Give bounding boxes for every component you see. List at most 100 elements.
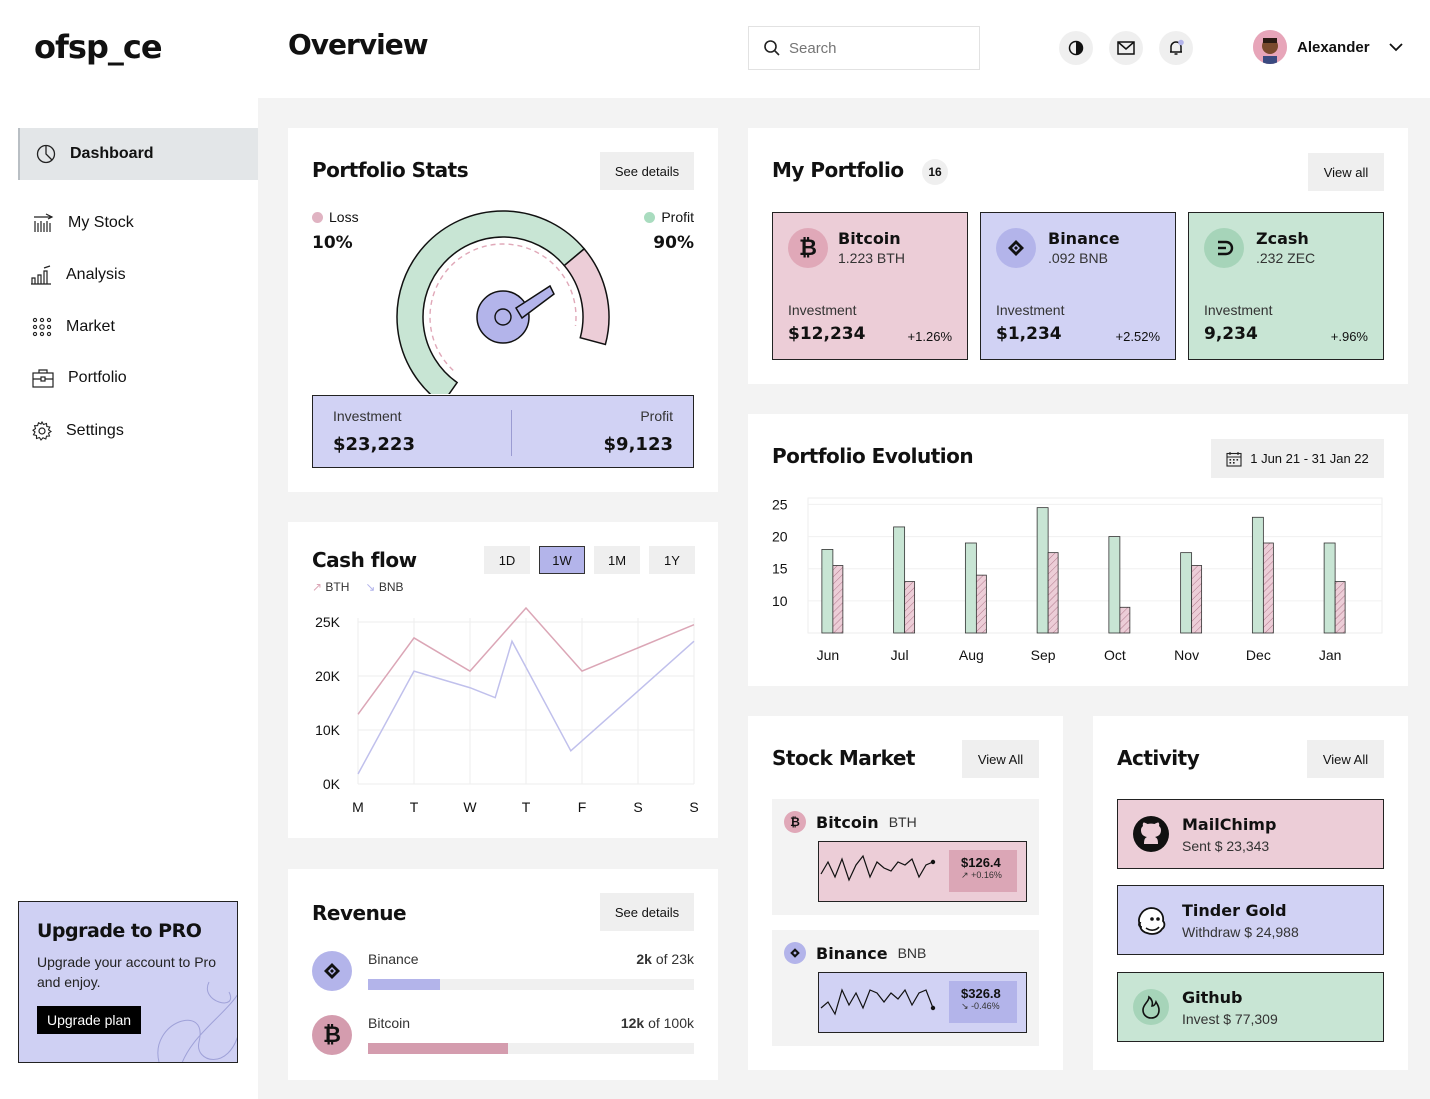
card-title: Portfolio Stats <box>312 158 469 182</box>
x-tick-label: Jul <box>891 647 909 663</box>
coin-amount: .232 ZEC <box>1256 250 1316 266</box>
card-title: Revenue <box>312 901 407 925</box>
activity-item-mailchimp[interactable]: MailChimp Sent $ 23,343 <box>1117 799 1384 869</box>
gauge-chart <box>396 210 610 394</box>
bar-series-1 <box>821 549 834 634</box>
x-tick-label: S <box>633 799 642 815</box>
activity-item-tinder-gold[interactable]: Tinder Gold Withdraw $ 24,988 <box>1117 885 1384 955</box>
revenue-item-amount: 2k of 23k <box>636 951 694 967</box>
calendar-icon <box>1226 451 1242 467</box>
chevron-down-icon[interactable] <box>1388 42 1404 52</box>
bar-chart-icon <box>31 265 51 285</box>
market-item-bitcoin[interactable]: ₿ Bitcoin BTH $126.4 ↗ +0.16% <box>772 799 1039 915</box>
user-menu[interactable]: Alexander <box>1253 30 1404 64</box>
user-name: Alexander <box>1297 38 1370 56</box>
y-tick-label: 10K <box>315 722 341 738</box>
github-icon <box>1133 816 1169 852</box>
x-tick-label: Nov <box>1174 647 1199 663</box>
view-all-button[interactable]: View All <box>962 740 1039 778</box>
portfolio-card-binance[interactable]: Binance .092 BNB Investment $1,234 +2.52… <box>980 212 1176 360</box>
sidebar-item-dashboard[interactable]: Dashboard <box>18 128 258 180</box>
market-item-binance[interactable]: Binance BNB $326.8 ↘ -0.46% <box>772 930 1039 1046</box>
date-range-text: 1 Jun 21 - 31 Jan 22 <box>1250 451 1369 466</box>
card-title: Portfolio Evolution <box>772 444 974 468</box>
x-tick-label: Jan <box>1319 647 1342 663</box>
gauge-loss-arc <box>563 247 610 346</box>
card-title: Activity <box>1117 746 1200 770</box>
bar-series-1 <box>1323 542 1336 634</box>
see-details-button[interactable]: See details <box>600 893 694 931</box>
investment-label: Investment <box>333 408 402 424</box>
bar-series-1 <box>964 542 977 634</box>
zcash-icon <box>1204 228 1244 268</box>
search-input[interactable] <box>789 39 959 57</box>
portfolio-card-zcash[interactable]: Zcash .232 ZEC Investment 9,234 +.96% <box>1188 212 1384 360</box>
view-all-button[interactable]: View All <box>1307 740 1384 778</box>
upgrade-plan-button[interactable]: Upgrade plan <box>37 1006 142 1034</box>
x-tick-label: W <box>463 799 477 815</box>
sidebar-item-settings[interactable]: Settings <box>18 411 258 451</box>
y-tick-label: 20K <box>315 668 341 684</box>
portfolio-card-bitcoin[interactable]: ₿ Bitcoin 1.223 BTH Investment $12,234 +… <box>772 212 968 360</box>
binance-icon <box>996 228 1036 268</box>
timeframe-1w[interactable]: 1W <box>539 546 585 574</box>
price-chip: $126.4 ↗ +0.16% <box>949 850 1017 892</box>
stock-icon <box>34 213 54 232</box>
gear-icon <box>32 421 52 441</box>
coin-name: Binance <box>1048 229 1120 248</box>
coin-ticker: BTH <box>888 814 917 830</box>
timeframe-1d[interactable]: 1D <box>484 546 530 574</box>
trend-down-icon: ↘ <box>961 1001 969 1011</box>
portfolio-stats-card: Portfolio Stats See details Loss 10% Pro… <box>288 128 718 492</box>
search-bar[interactable] <box>748 26 980 70</box>
revenue-item-name: Binance <box>368 951 419 967</box>
bar-series-2 <box>1191 565 1203 634</box>
bar-series-2 <box>1334 581 1346 634</box>
profit-box-label: Profit <box>640 408 673 424</box>
timeframe-1y[interactable]: 1Y <box>649 546 695 574</box>
y-tick-label: 25K <box>315 614 341 630</box>
card-title: Cash flow <box>312 548 417 572</box>
tinder-icon <box>1133 989 1169 1025</box>
upgrade-banner: Upgrade to PRO Upgrade your account to P… <box>18 901 238 1063</box>
price-chip: $326.8 ↘ -0.46% <box>949 981 1017 1023</box>
theme-toggle-button[interactable] <box>1059 31 1093 65</box>
x-tick-label: Jun <box>817 647 840 663</box>
x-tick-label: T <box>522 799 531 815</box>
sidebar-item-label: Analysis <box>66 266 126 283</box>
view-all-button[interactable]: View all <box>1308 153 1384 191</box>
activity-card: Activity View All MailChimp Sent $ 23,343… <box>1093 716 1408 1070</box>
timeframe-1m[interactable]: 1M <box>594 546 640 574</box>
change-value: +.96% <box>1330 329 1368 344</box>
bar-series-2 <box>904 581 916 634</box>
y-tick-label: 25 <box>772 496 788 512</box>
bitcoin-icon: ₿ <box>784 811 806 833</box>
revenue-card: Revenue See details Binance 2k of 23k ₿ … <box>288 869 718 1080</box>
change-value: +1.26% <box>907 329 952 344</box>
sidebar-item-my-stock[interactable]: My Stock <box>18 203 258 243</box>
bar-series-2 <box>1119 606 1131 634</box>
x-tick-label: F <box>578 799 587 815</box>
coin-amount: .092 BNB <box>1048 250 1108 266</box>
my-portfolio-card: My Portfolio 16 View all ₿ Bitcoin 1.223… <box>748 128 1408 384</box>
see-details-button[interactable]: See details <box>600 152 694 190</box>
sidebar-item-label: Market <box>66 318 115 335</box>
decorative-swirl <box>157 981 237 1062</box>
price-value: $326.8 <box>961 986 1001 1001</box>
binance-icon <box>312 951 352 991</box>
price-value: $126.4 <box>961 855 1001 870</box>
sidebar-item-analysis[interactable]: Analysis <box>18 255 258 295</box>
coin-amount: 1.223 BTH <box>838 250 905 266</box>
legend-bnb: ↘ BNB <box>365 580 404 594</box>
sidebar-item-market[interactable]: Market <box>18 307 258 347</box>
bar-series-1 <box>893 526 906 634</box>
sidebar-item-portfolio[interactable]: Portfolio <box>18 358 258 398</box>
upgrade-title: Upgrade to PRO <box>37 920 202 942</box>
app-logo[interactable]: ofsp_ce <box>34 28 163 66</box>
date-range-picker[interactable]: 1 Jun 21 - 31 Jan 22 <box>1211 439 1384 478</box>
notifications-button[interactable] <box>1159 31 1193 65</box>
coin-name: Zcash <box>1256 229 1309 248</box>
activity-item-github[interactable]: Github Invest $ 77,309 <box>1117 972 1384 1042</box>
messages-button[interactable] <box>1109 31 1143 65</box>
x-tick-label: T <box>410 799 419 815</box>
